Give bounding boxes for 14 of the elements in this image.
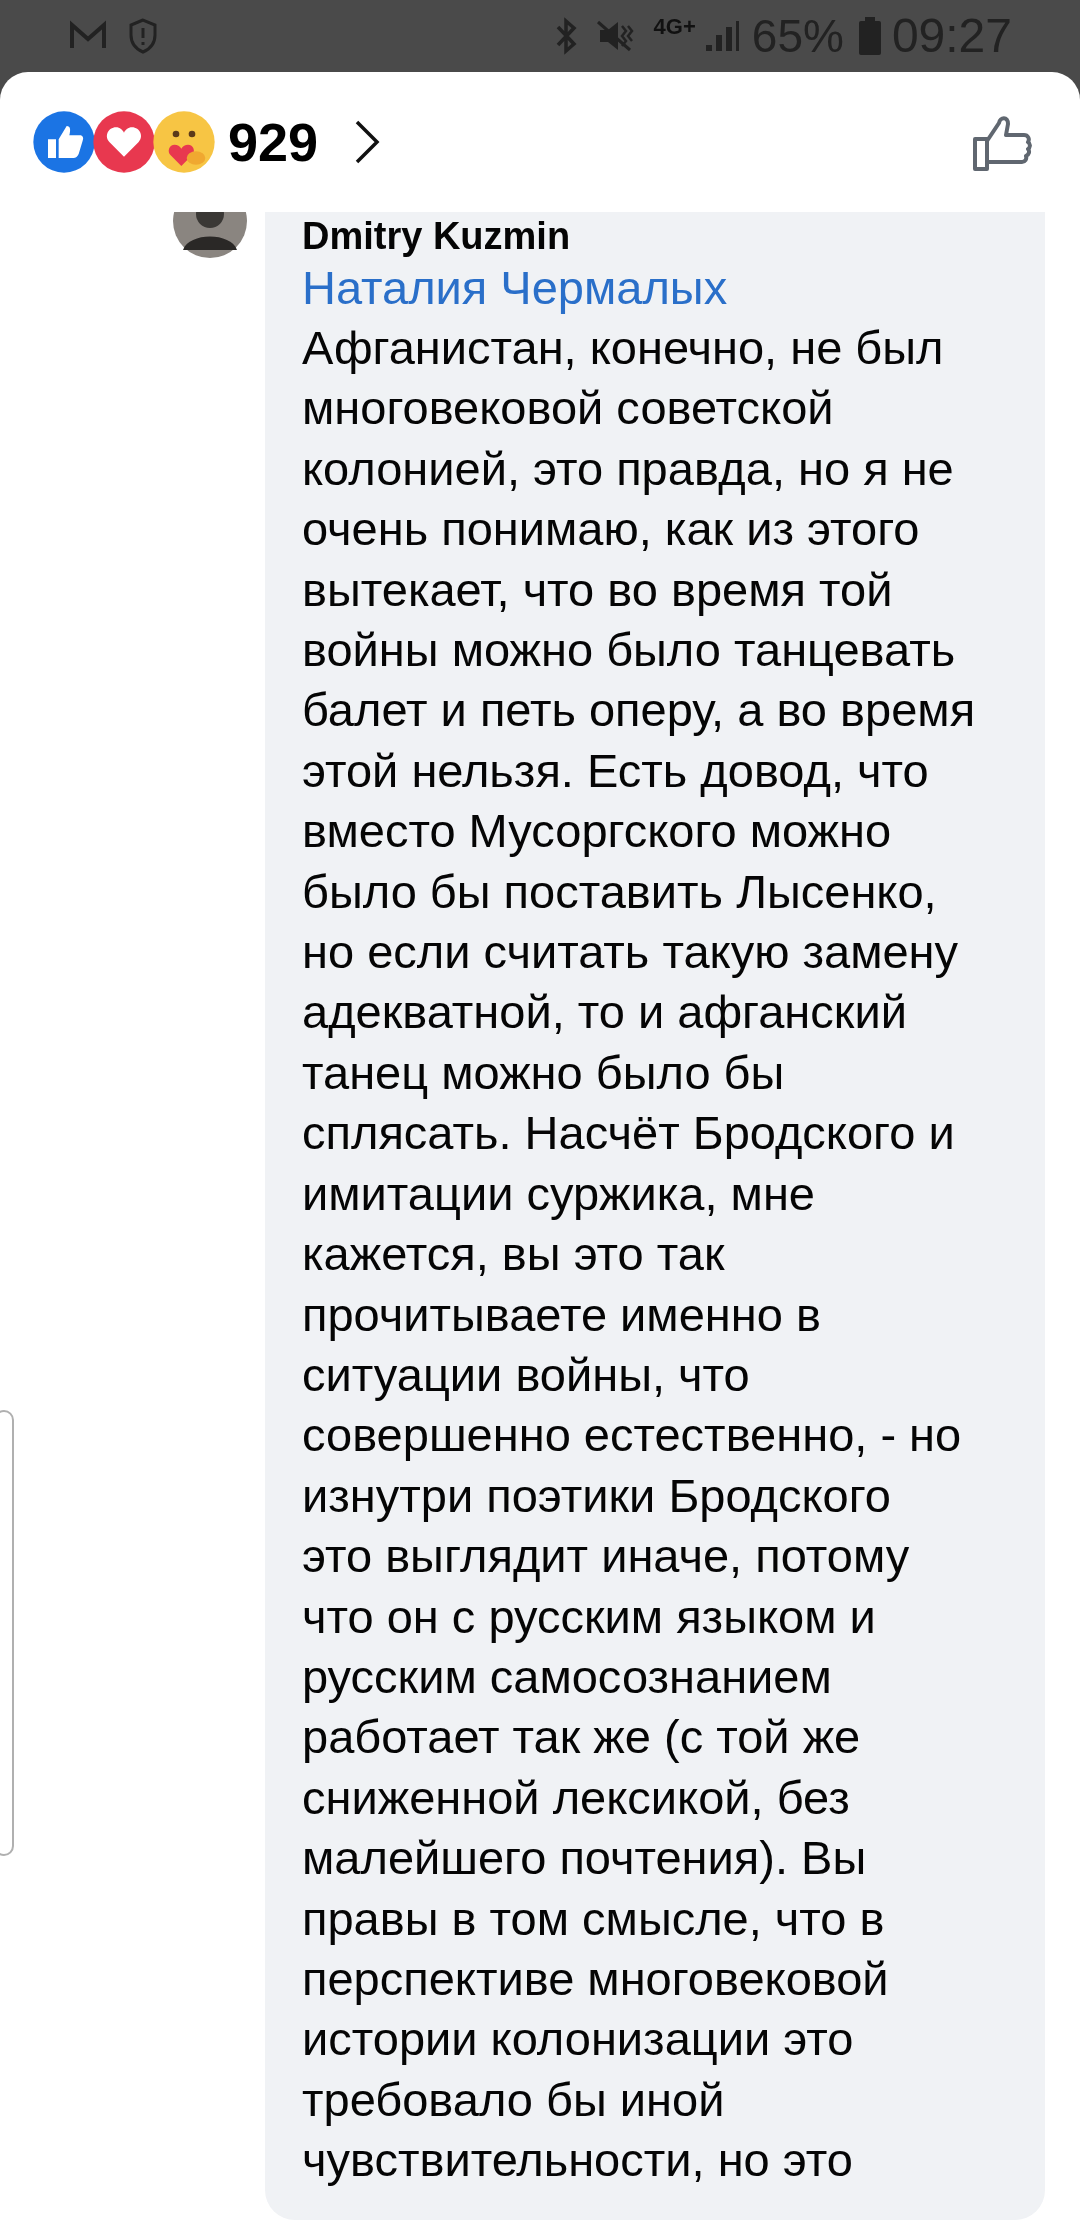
network-type: 4G+ [653, 16, 696, 38]
comment-text: Афганистан, конечно, не был многовековой советской колонией, это правда, но я не очень понимаю, как из этого вытекает, что во время той войны можно было танцевать балет и петь оперу, а во время этой нельзя. Есть довод, что вместо Мусоргского можно было бы поставить Лысенко, но если считать такую замену адекватной, то и афганский танец можно было бы сплясать. Насчёт Бродского и имитации суржика, мне кажется, вы это так прочитываете именно в ситуации войны, что совершенно естественно, - но изнутри поэтики Бродского это выглядит иначе, потому что он с русским языком и русским самосознанием работает так же (с той же сниженной лексикой, без малейшего почтения). Вы правы в том смысле, что в перспективе многовековой истории колонизации это требовало бы иной чувствительности, но это [302, 320, 976, 2189]
battery-icon [857, 16, 882, 56]
shield-alert-icon [128, 18, 158, 54]
signal-icon [703, 19, 740, 53]
mention-link[interactable]: Наталия Чермалых [302, 258, 728, 318]
love-reaction-icon [92, 110, 156, 174]
chevron-right-icon[interactable] [354, 119, 381, 165]
like-reaction-icon [32, 110, 96, 174]
thumbs-up-icon[interactable] [972, 113, 1032, 171]
comment-author[interactable]: Dmitry Kuzmin [302, 214, 571, 258]
reaction-count[interactable]: 929 [228, 101, 319, 183]
edge-panel-handle[interactable] [0, 1410, 14, 1856]
care-reaction-icon [152, 110, 216, 174]
